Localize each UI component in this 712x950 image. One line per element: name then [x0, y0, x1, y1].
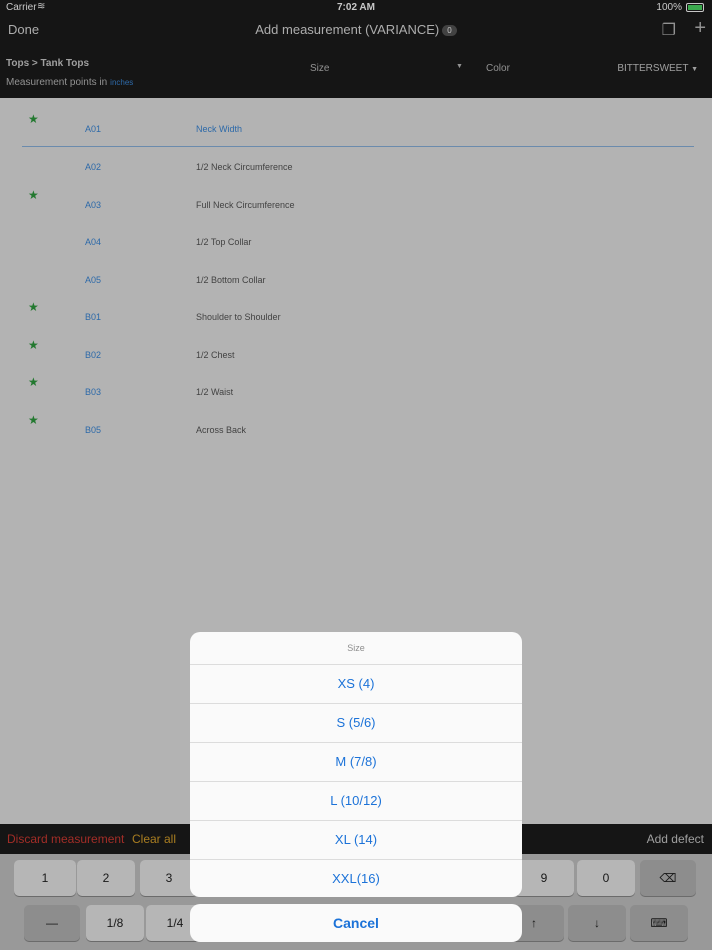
- size-option-m[interactable]: M (7/8): [190, 743, 522, 782]
- size-picker-sheet: Size XS (4) S (5/6) M (7/8) L (10/12) XL…: [190, 632, 522, 897]
- size-option-xs[interactable]: XS (4): [190, 665, 522, 704]
- size-option-xl[interactable]: XL (14): [190, 821, 522, 860]
- size-option-l[interactable]: L (10/12): [190, 782, 522, 821]
- cancel-button[interactable]: Cancel: [190, 904, 522, 942]
- size-picker-title: Size: [190, 632, 522, 665]
- size-option-xxl[interactable]: XXL(16): [190, 860, 522, 897]
- size-option-s[interactable]: S (5/6): [190, 704, 522, 743]
